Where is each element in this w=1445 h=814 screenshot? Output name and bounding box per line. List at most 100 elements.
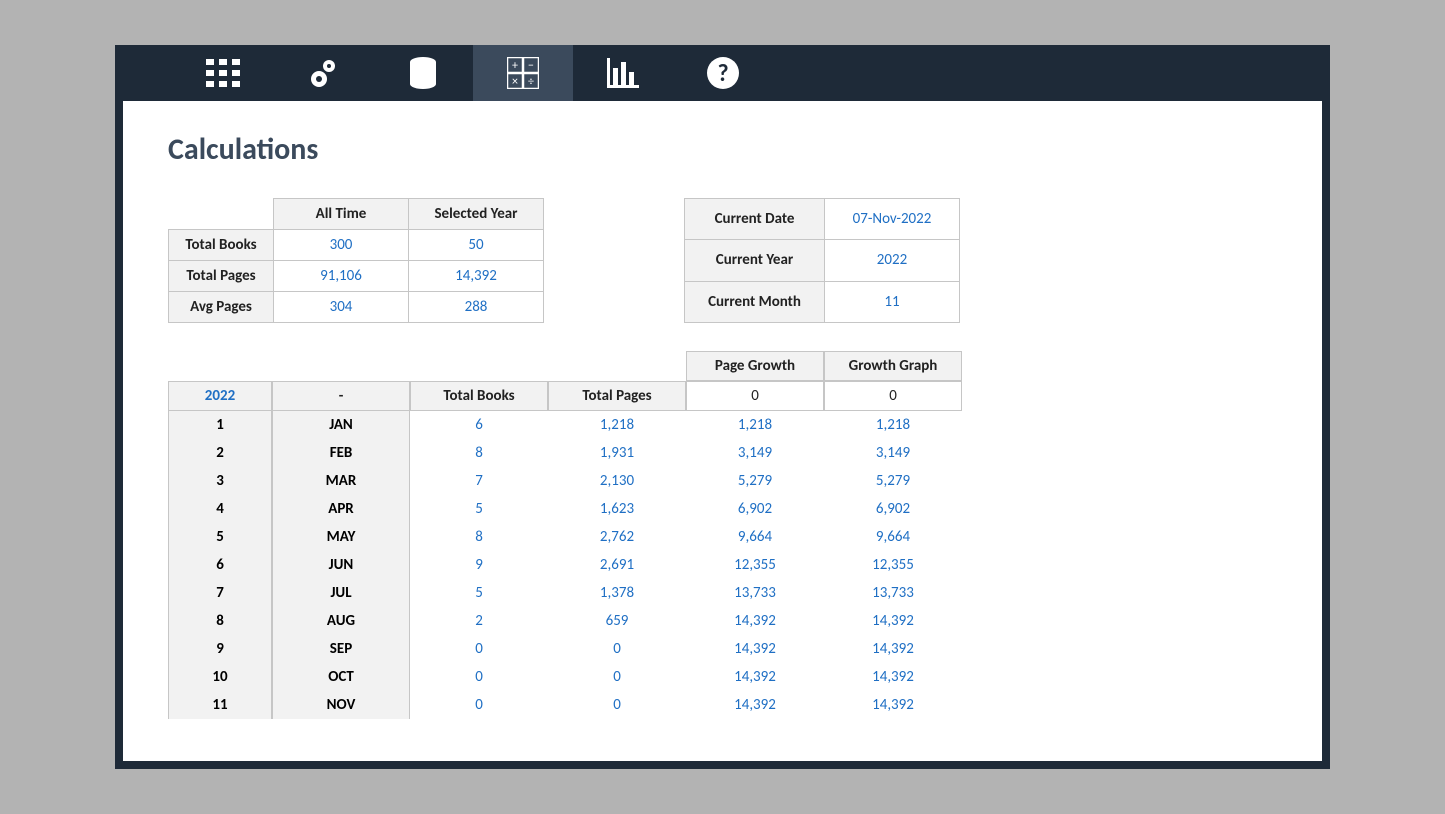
- total-pages: 2,762: [548, 523, 686, 551]
- page-growth: 9,664: [686, 523, 824, 551]
- page-content: Calculations All Time Selected Year Tota…: [123, 101, 1322, 761]
- cell-value: 11: [825, 281, 960, 322]
- month-number: 2: [168, 439, 272, 467]
- page-growth: 5,279: [686, 467, 824, 495]
- table-row: 4APR51,6236,9026,902: [168, 495, 962, 523]
- growth-graph: 13,733: [824, 579, 962, 607]
- table-row: 9SEP0014,39214,392: [168, 635, 962, 663]
- month-number: 8: [168, 607, 272, 635]
- total-books: 0: [410, 691, 548, 719]
- nav-database[interactable]: [373, 45, 473, 101]
- col-year: 2022: [168, 381, 272, 411]
- row-label: Current Date: [685, 199, 825, 240]
- nav-settings[interactable]: [273, 45, 373, 101]
- summary-col-selected: Selected Year: [409, 199, 544, 230]
- month-number: 1: [168, 411, 272, 439]
- row-label: Total Pages: [169, 261, 274, 292]
- toolbar: +−×÷ ?: [123, 45, 1322, 101]
- table-row: 7JUL51,37813,73313,733: [168, 579, 962, 607]
- growth-graph: 3,149: [824, 439, 962, 467]
- table-row: 2FEB81,9313,1493,149: [168, 439, 962, 467]
- month-name: JAN: [272, 411, 410, 439]
- growth-graph: 5,279: [824, 467, 962, 495]
- nav-calculator[interactable]: +−×÷: [473, 45, 573, 101]
- month-name: FEB: [272, 439, 410, 467]
- grid-icon: [206, 59, 240, 87]
- growth-graph: 14,392: [824, 663, 962, 691]
- growth-graph: 1,218: [824, 411, 962, 439]
- col-pg-zero: 0: [686, 381, 824, 411]
- month-name: JUL: [272, 579, 410, 607]
- total-books: 0: [410, 663, 548, 691]
- total-pages: 1,218: [548, 411, 686, 439]
- cell-value: 14,392: [409, 261, 544, 292]
- total-books: 2: [410, 607, 548, 635]
- table-row: Current Date 07-Nov-2022: [685, 199, 960, 240]
- table-row: Avg Pages 304 288: [169, 292, 544, 323]
- month-name: MAY: [272, 523, 410, 551]
- cell-value: 2022: [825, 240, 960, 281]
- month-number: 6: [168, 551, 272, 579]
- gear-icon: [307, 57, 339, 89]
- total-books: 0: [410, 635, 548, 663]
- total-pages: 0: [548, 663, 686, 691]
- page-growth: 12,355: [686, 551, 824, 579]
- col-growth-graph: Growth Graph: [824, 351, 962, 381]
- cell-value: 288: [409, 292, 544, 323]
- month-name: JUN: [272, 551, 410, 579]
- total-books: 6: [410, 411, 548, 439]
- table-row: Current Month 11: [685, 281, 960, 322]
- months-table: Page Growth Growth Graph 2022 - Total Bo…: [168, 351, 962, 719]
- svg-text:÷: ÷: [528, 75, 534, 89]
- total-pages: 2,691: [548, 551, 686, 579]
- table-row: Current Year 2022: [685, 240, 960, 281]
- cell-value: 300: [274, 230, 409, 261]
- app-frame: +−×÷ ? Calculations All Time Selected Ye…: [115, 45, 1330, 769]
- month-number: 9: [168, 635, 272, 663]
- total-pages: 659: [548, 607, 686, 635]
- total-books: 8: [410, 523, 548, 551]
- growth-graph: 14,392: [824, 691, 962, 719]
- month-name: AUG: [272, 607, 410, 635]
- nav-help[interactable]: ?: [673, 45, 773, 101]
- month-number: 11: [168, 691, 272, 719]
- page-growth: 13,733: [686, 579, 824, 607]
- cell-value: 304: [274, 292, 409, 323]
- summary-table: All Time Selected Year Total Books 300 5…: [168, 198, 544, 323]
- page-growth: 1,218: [686, 411, 824, 439]
- table-row: 1JAN61,2181,2181,218: [168, 411, 962, 439]
- col-page-growth: Page Growth: [686, 351, 824, 381]
- database-icon: [409, 57, 437, 89]
- svg-text:×: ×: [512, 75, 518, 89]
- nav-chart[interactable]: [573, 45, 673, 101]
- calculator-icon: +−×÷: [507, 57, 539, 89]
- total-books: 5: [410, 579, 548, 607]
- total-pages: 2,130: [548, 467, 686, 495]
- total-pages: 1,931: [548, 439, 686, 467]
- total-pages: 1,623: [548, 495, 686, 523]
- total-books: 5: [410, 495, 548, 523]
- month-number: 4: [168, 495, 272, 523]
- month-number: 3: [168, 467, 272, 495]
- total-pages: 0: [548, 635, 686, 663]
- month-name: SEP: [272, 635, 410, 663]
- col-total-books: Total Books: [410, 381, 548, 411]
- total-books: 7: [410, 467, 548, 495]
- growth-graph: 14,392: [824, 635, 962, 663]
- month-name: MAR: [272, 467, 410, 495]
- month-number: 5: [168, 523, 272, 551]
- month-name: OCT: [272, 663, 410, 691]
- svg-text:−: −: [528, 59, 534, 73]
- row-label: Avg Pages: [169, 292, 274, 323]
- summary-col-alltime: All Time: [274, 199, 409, 230]
- page-growth: 3,149: [686, 439, 824, 467]
- col-dash: -: [272, 381, 410, 411]
- cell-value: 07-Nov-2022: [825, 199, 960, 240]
- total-pages: 0: [548, 691, 686, 719]
- total-pages: 1,378: [548, 579, 686, 607]
- table-row: 8AUG265914,39214,392: [168, 607, 962, 635]
- table-row: 6JUN92,69112,35512,355: [168, 551, 962, 579]
- month-number: 10: [168, 663, 272, 691]
- nav-grid[interactable]: [173, 45, 273, 101]
- growth-graph: 9,664: [824, 523, 962, 551]
